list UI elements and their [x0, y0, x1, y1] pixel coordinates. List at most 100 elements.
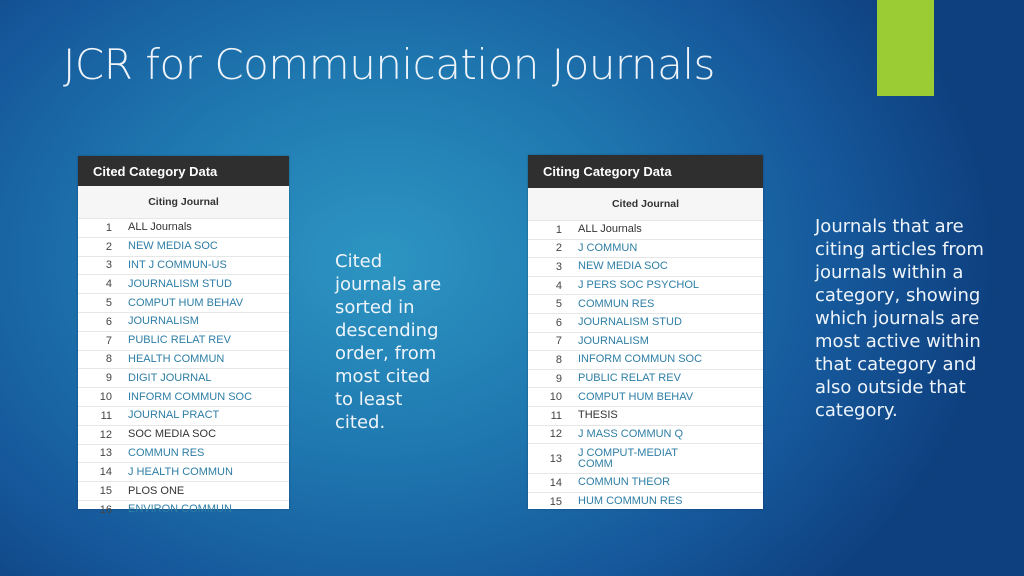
table-row: 11 THESIS: [528, 405, 763, 425]
journal-link[interactable]: NEW MEDIA SOC: [128, 241, 218, 252]
journal-link[interactable]: INFORM COMMUN SOC: [578, 354, 702, 365]
journal-link[interactable]: PUBLIC RELAT REV: [128, 335, 231, 346]
journal-link[interactable]: JOURNALISM: [128, 316, 199, 327]
table-body: 1 ALL Journals 2 NEW MEDIA SOC 3 INT J COMMUN…: [78, 218, 289, 519]
rank-number: 11: [100, 409, 112, 422]
table-row: 15 PLOS ONE: [78, 481, 289, 500]
journal-link[interactable]: J MASS COMMUN Q: [578, 428, 683, 440]
table-row: 13 COMMUN RES: [78, 443, 289, 463]
table-row: 9 DIGIT JOURNAL: [78, 368, 289, 387]
journal-link[interactable]: COMPUT HUM BEHAV: [578, 391, 693, 403]
journal-link: PLOS ONE: [128, 484, 185, 497]
table-row: 12 SOC MEDIA SOC: [78, 424, 289, 444]
journal-link[interactable]: COMMUN RES: [128, 447, 204, 459]
rank-number: 9: [105, 372, 112, 385]
journal-link[interactable]: DIGIT JOURNAL: [128, 372, 212, 384]
table-row: 6 JOURNALISM STUD: [528, 312, 763, 332]
table-row: 14 COMMUN THEOR: [528, 473, 763, 492]
journal-link[interactable]: J COMMUN: [578, 242, 637, 254]
table-row: 7 PUBLIC RELAT REV: [78, 330, 289, 350]
table-row: 5 COMPUT HUM BEHAV: [78, 293, 289, 312]
journal-link[interactable]: COMMUN RES: [578, 298, 654, 310]
column-header: Cited Journal: [528, 188, 763, 220]
table-row: 1 ALL Journals: [528, 220, 763, 239]
journal-link[interactable]: PUBLIC RELAT REV: [578, 373, 681, 384]
rank-number: 1: [555, 223, 562, 236]
rank-number: 8: [105, 353, 112, 366]
journal-link[interactable]: JOURNAL PRACT: [128, 410, 219, 421]
journal-link[interactable]: INT J COMMUN-US: [128, 259, 227, 271]
journal-link[interactable]: JOURNALISM STUD: [578, 317, 682, 328]
table-row: 10 INFORM COMMUN SOC: [78, 387, 289, 406]
table-header: Cited Category Data: [78, 156, 289, 186]
journal-link[interactable]: INFORM COMMUN SOC: [128, 391, 252, 403]
accent-bar: [877, 0, 934, 96]
journal-link: SOC MEDIA SOC: [128, 428, 217, 441]
table-row: 11 JOURNAL PRACT: [78, 405, 289, 425]
table-row: 3 NEW MEDIA SOC: [528, 257, 763, 276]
rank-number: 9: [555, 372, 562, 385]
rank-number: 4: [105, 278, 112, 291]
journal-link: ALL Journals: [128, 221, 192, 234]
rank-number: 14: [549, 476, 562, 489]
rank-number: 7: [105, 334, 112, 347]
rank-number: 1: [105, 221, 112, 234]
rank-number: 2: [105, 240, 112, 253]
table-row: 4 J PERS SOC PSYCHOL: [528, 275, 763, 295]
rank-number: 10: [99, 391, 112, 404]
rank-number: 6: [555, 316, 562, 329]
journal-link[interactable]: COMMUN THEOR: [578, 477, 670, 488]
table-row: 4 JOURNALISM STUD: [78, 274, 289, 293]
table-row: 14 J HEALTH COMMUN: [78, 462, 289, 481]
table-row: 13 J COMPUT-MEDIAT COMM: [528, 443, 763, 473]
table-row: 15 HUM COMMUN RES: [528, 491, 763, 511]
journal-link[interactable]: J PERS SOC PSYCHOL: [578, 280, 699, 291]
table-row: 9 PUBLIC RELAT REV: [528, 368, 763, 388]
rank-number: 15: [549, 495, 562, 508]
journal-link[interactable]: JOURNALISM: [578, 335, 649, 347]
table-body: 1 ALL Journals 2 J COMMUN 3 NEW MEDIA SOC 4 J P…: [528, 220, 763, 510]
rank-number: 8: [555, 353, 562, 366]
journal-link[interactable]: JOURNALISM STUD: [128, 278, 232, 290]
cited-note: Cited journals are sorted in descending …: [335, 251, 442, 433]
cited-category-table: Cited Category Data Citing Journal 1 ALL …: [78, 156, 289, 516]
journal-link[interactable]: HUM COMMUN RES: [578, 496, 683, 507]
rank-number: 6: [105, 315, 112, 328]
rank-number: 7: [555, 335, 562, 348]
rank-number: 12: [549, 428, 562, 441]
table-row: 8 HEALTH COMMUN: [78, 349, 289, 369]
citing-category-table: Citing Category Data Cited Journal 1 ALL …: [528, 155, 763, 509]
journal-link: THESIS: [578, 409, 618, 422]
column-header: Citing Journal: [78, 186, 289, 218]
journal-link[interactable]: J HEALTH COMMUN: [128, 466, 233, 478]
rank-number: 15: [99, 485, 112, 498]
table-row: 8 INFORM COMMUN SOC: [528, 350, 763, 369]
table-row: 12 J MASS COMMUN Q: [528, 424, 763, 444]
journal-link[interactable]: HEALTH COMMUN: [128, 353, 224, 365]
journal-link[interactable]: J COMPUT-MEDIAT COMM: [578, 447, 698, 470]
journal-link[interactable]: ENVIRON COMMUN: [128, 504, 232, 515]
journal-link: ALL Journals: [578, 223, 642, 236]
citing-note: Journals that are citing articles from j…: [815, 216, 984, 421]
rank-number: 3: [105, 259, 112, 272]
rank-number: 13: [549, 452, 562, 465]
table-row: 2 NEW MEDIA SOC: [78, 236, 289, 256]
table-row: 7 JOURNALISM: [528, 331, 763, 351]
table-row: 5 COMMUN RES: [528, 294, 763, 313]
table-row: 16 ENVIRON COMMUN: [78, 499, 289, 519]
rank-number: 10: [549, 391, 562, 404]
table-row: 3 INT J COMMUN-US: [78, 255, 289, 275]
table-row: 10 COMPUT HUM BEHAV: [528, 387, 763, 406]
rank-number: 11: [550, 409, 562, 422]
table-header: Citing Category Data: [528, 155, 763, 188]
rank-number: 5: [555, 298, 562, 311]
table-row: 2 J COMMUN: [528, 238, 763, 258]
slide-title: JCR for Communication Journals: [63, 40, 715, 89]
rank-number: 12: [99, 428, 112, 441]
journal-link[interactable]: NEW MEDIA SOC: [578, 261, 668, 272]
rank-number: 5: [105, 297, 112, 310]
rank-number: 16: [99, 503, 112, 516]
rank-number: 4: [555, 279, 562, 292]
table-row: 6 JOURNALISM: [78, 311, 289, 331]
journal-link[interactable]: COMPUT HUM BEHAV: [128, 297, 243, 309]
